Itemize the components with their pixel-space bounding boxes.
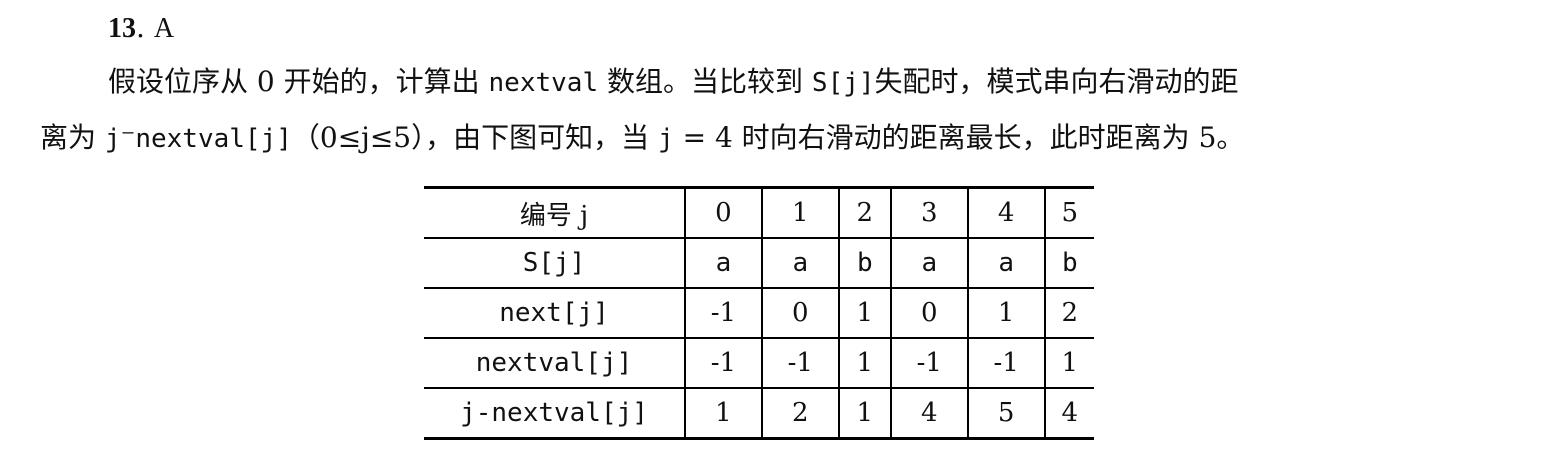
table-cell: 4 xyxy=(1043,387,1094,439)
minus-sign: ⁻ xyxy=(120,121,136,154)
question-answer: A xyxy=(153,13,175,44)
nextval-table: 编号 j 0 1 2 3 4 5 S[j] a a b a a b next[j… xyxy=(424,186,1094,440)
text-segment: 失配时，模式串向右滑动的距 xyxy=(874,65,1239,98)
table-row: 编号 j 0 1 2 3 4 5 xyxy=(424,187,1094,238)
question-number: 13 xyxy=(108,13,136,44)
table-row: j-nextval[j] 1 2 1 4 5 4 xyxy=(424,387,1094,439)
table-cell: -1 xyxy=(889,337,968,388)
table-cell: 1 xyxy=(1043,337,1094,388)
table-cell: 3 xyxy=(889,187,968,238)
table-cell: 1 xyxy=(966,287,1045,338)
table-cell: -1 xyxy=(684,337,762,388)
table-cell: 1 xyxy=(760,187,839,238)
row-label: j-nextval[j] xyxy=(424,387,685,439)
heading-separator: . xyxy=(136,11,145,44)
table-cell: 1 xyxy=(837,387,891,439)
explanation-line-2: 离为 j⁻nextval[j]（0≤j≤5），由下图可知，当 j = 4 时向右… xyxy=(40,118,1244,159)
table-cell: a xyxy=(889,237,968,288)
text-segment: 离为 xyxy=(40,121,105,154)
table-cell: 0 xyxy=(889,287,968,338)
table-cell: b xyxy=(837,237,891,288)
table-cell: 0 xyxy=(760,287,839,338)
table-row: S[j] a a b a a b xyxy=(424,237,1094,288)
table-cell: 0 xyxy=(684,187,762,238)
table-cell: 2 xyxy=(837,187,891,238)
row-label: nextval[j] xyxy=(424,337,685,388)
code-nextval: nextval xyxy=(488,68,599,98)
table-cell: a xyxy=(966,237,1045,288)
table-cell: 1 xyxy=(837,287,891,338)
text-segment: 数组。当比较到 xyxy=(598,65,812,98)
table-cell: 1 xyxy=(684,387,762,439)
code-nextval-j: nextval[j] xyxy=(135,124,292,154)
table-cell: 5 xyxy=(966,387,1045,439)
explanation-line-1: 假设位序从 0 开始的，计算出 nextval 数组。当比较到 S[j]失配时，… xyxy=(108,62,1239,103)
table-cell: -1 xyxy=(684,287,762,338)
table-cell: 5 xyxy=(1043,187,1094,238)
table-cell: 4 xyxy=(966,187,1045,238)
table-row: nextval[j] -1 -1 1 -1 -1 1 xyxy=(424,337,1094,388)
text-segment: （0≤j≤5），由下图可知，当 xyxy=(291,121,659,154)
table-cell: b xyxy=(1043,237,1094,288)
code-j: j xyxy=(104,124,121,154)
code-s-j: S[j] xyxy=(811,68,875,98)
table-cell: -1 xyxy=(760,337,839,388)
code-j: j xyxy=(658,124,674,154)
row-label: next[j] xyxy=(424,287,685,338)
table-cell: 2 xyxy=(1043,287,1094,338)
question-heading: 13. A xyxy=(108,8,174,49)
row-label: S[j] xyxy=(424,237,685,288)
row-label: 编号 j xyxy=(519,200,589,231)
table-cell: a xyxy=(760,237,839,288)
text-segment: = 4 时向右滑动的距离最长，此时距离为 5。 xyxy=(673,121,1245,154)
table-cell: 4 xyxy=(889,387,968,439)
text-segment: 假设位序从 0 开始的，计算出 xyxy=(108,65,489,98)
table-cell: -1 xyxy=(966,337,1045,388)
table-row: next[j] -1 0 1 0 1 2 xyxy=(424,287,1094,338)
table-cell: 1 xyxy=(837,337,891,388)
table-cell: a xyxy=(684,237,762,288)
table-cell: 2 xyxy=(760,387,839,439)
